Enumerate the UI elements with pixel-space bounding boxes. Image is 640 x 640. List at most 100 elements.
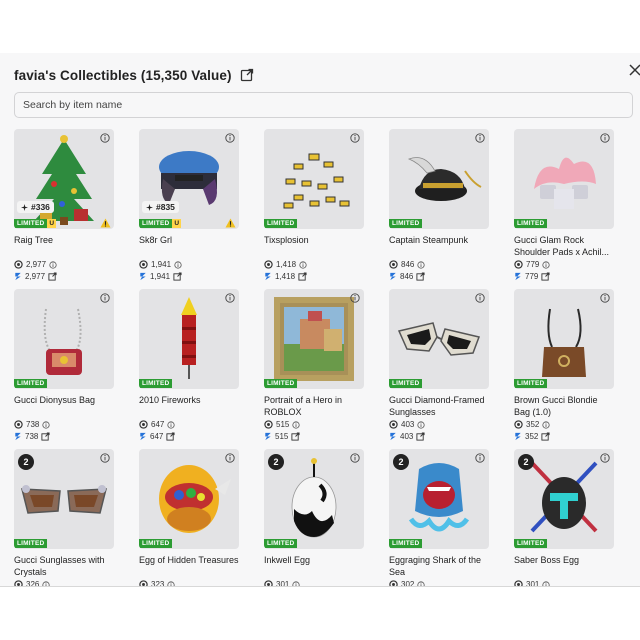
rank-badge: 2 (518, 454, 534, 470)
info-icon[interactable] (225, 133, 235, 143)
external-link-icon[interactable] (416, 272, 425, 281)
collectible-card[interactable]: LIMITED Brown Gucci Blondie Bag (1.0) 352 3… (514, 289, 614, 449)
item-name[interactable]: Tixsplosion (264, 234, 364, 258)
info-icon[interactable] (600, 293, 610, 303)
external-link-icon[interactable] (416, 432, 425, 441)
item-thumbnail[interactable]: #336 LIMITED U (14, 129, 114, 229)
robux-icon (389, 580, 398, 586)
external-link-icon[interactable] (41, 432, 50, 441)
info-icon[interactable] (600, 453, 610, 463)
external-link-icon[interactable] (240, 68, 254, 82)
info-icon[interactable] (100, 453, 110, 463)
info-icon[interactable] (49, 260, 57, 269)
info-icon[interactable] (350, 453, 360, 463)
external-link-icon[interactable] (173, 272, 182, 281)
item-thumbnail[interactable]: 2 LIMITED (14, 449, 114, 549)
collectible-card[interactable]: LIMITED Egg of Hidden Treasures 323 (139, 449, 239, 588)
collectible-card[interactable]: #336 LIMITED U Raig Tree 2,977 2,977 (14, 129, 114, 289)
item-thumbnail[interactable]: #835 LIMITED U (139, 129, 239, 229)
item-name[interactable]: Gucci Sunglasses with Crystals (14, 554, 114, 578)
collectible-card[interactable]: LIMITED 2010 Fireworks 647 647 (139, 289, 239, 449)
external-link-icon[interactable] (298, 272, 307, 281)
info-icon[interactable] (174, 260, 182, 269)
item-name[interactable]: Brown Gucci Blondie Bag (1.0) (514, 394, 614, 418)
collectible-card[interactable]: 2 LIMITED Gucci Sunglasses with Crystals 32… (14, 449, 114, 588)
info-icon[interactable] (225, 453, 235, 463)
info-icon[interactable] (292, 420, 300, 429)
info-icon[interactable] (225, 293, 235, 303)
robux-icon (139, 420, 148, 429)
collectible-card[interactable]: LIMITED Tixsplosion 1,418 1,418 (264, 129, 364, 289)
info-icon[interactable] (299, 260, 307, 269)
item-thumbnail[interactable]: LIMITED (264, 289, 364, 389)
info-icon[interactable] (417, 420, 425, 429)
item-name[interactable]: Egg of Hidden Treasures (139, 554, 239, 578)
external-link-icon[interactable] (541, 432, 550, 441)
info-icon[interactable] (292, 580, 300, 588)
item-name[interactable]: 2010 Fireworks (139, 394, 239, 418)
info-icon[interactable] (417, 260, 425, 269)
info-icon[interactable] (475, 453, 485, 463)
collectible-card[interactable]: LIMITED Portrait of a Hero in ROBLOX 515 51… (264, 289, 364, 449)
collectible-card[interactable]: LIMITED Gucci Dionysus Bag 738 738 (14, 289, 114, 449)
info-icon[interactable] (542, 260, 550, 269)
info-icon[interactable] (417, 580, 425, 588)
item-thumbnail[interactable]: 2 LIMITED (389, 449, 489, 549)
item-thumbnail[interactable]: LIMITED (514, 289, 614, 389)
item-thumbnail[interactable]: 2 LIMITED (514, 449, 614, 549)
item-name[interactable]: Eggraging Shark of the Sea (389, 554, 489, 578)
item-thumbnail[interactable]: LIMITED (389, 289, 489, 389)
collectible-card[interactable]: LIMITED Captain Steampunk 846 846 (389, 129, 489, 289)
rank-badge: 2 (393, 454, 409, 470)
item-name[interactable]: Gucci Glam Rock Shoulder Pads x Achil... (514, 234, 614, 258)
info-icon[interactable] (600, 133, 610, 143)
item-thumbnail[interactable]: LIMITED (389, 129, 489, 229)
limited-label: LIMITED (389, 379, 423, 388)
external-link-icon[interactable] (166, 432, 175, 441)
info-icon[interactable] (475, 133, 485, 143)
close-icon[interactable] (628, 62, 640, 76)
search-input[interactable] (14, 92, 633, 118)
item-name[interactable]: Captain Steampunk (389, 234, 489, 258)
item-name[interactable]: Sk8r Grl (139, 234, 239, 258)
item-name[interactable]: Saber Boss Egg (514, 554, 614, 578)
limited-label: LIMITED (14, 379, 48, 388)
info-icon[interactable] (542, 580, 550, 588)
limited-label: LIMITED (264, 539, 298, 548)
info-icon[interactable] (350, 293, 360, 303)
external-link-icon[interactable] (291, 432, 300, 441)
item-thumbnail[interactable]: 2 LIMITED (264, 449, 364, 549)
unique-label: U (47, 219, 57, 228)
collectible-card[interactable]: 2 LIMITED Inkwell Egg 301 (264, 449, 364, 588)
info-icon[interactable] (42, 580, 50, 588)
collectible-card[interactable]: LIMITED Gucci Glam Rock Shoulder Pads x A… (514, 129, 614, 289)
item-thumbnail[interactable]: LIMITED (264, 129, 364, 229)
item-name[interactable]: Raig Tree (14, 234, 114, 258)
item-thumbnail[interactable]: LIMITED (14, 289, 114, 389)
item-thumbnail[interactable]: LIMITED (139, 449, 239, 549)
serial-number: #835 (156, 202, 175, 212)
item-name[interactable]: Inkwell Egg (264, 554, 364, 578)
item-name[interactable]: Gucci Diamond-Framed Sunglasses (389, 394, 489, 418)
value-bolt-icon (15, 432, 21, 441)
limited-badge: LIMITED (389, 379, 423, 388)
info-icon[interactable] (542, 420, 550, 429)
info-icon[interactable] (100, 133, 110, 143)
item-thumbnail[interactable]: LIMITED (514, 129, 614, 229)
info-icon[interactable] (167, 420, 175, 429)
external-link-icon[interactable] (48, 272, 57, 281)
collectible-card[interactable]: LIMITED Gucci Diamond-Framed Sunglasses 40… (389, 289, 489, 449)
collectible-card[interactable]: #835 LIMITED U Sk8r Grl 1,941 1,941 (139, 129, 239, 289)
value-row: 1,941 (139, 271, 239, 282)
info-icon[interactable] (350, 133, 360, 143)
info-icon[interactable] (167, 580, 175, 588)
info-icon[interactable] (475, 293, 485, 303)
info-icon[interactable] (100, 293, 110, 303)
item-name[interactable]: Gucci Dionysus Bag (14, 394, 114, 418)
external-link-icon[interactable] (541, 272, 550, 281)
collectible-card[interactable]: 2 LIMITED Eggraging Shark of the Sea 302 (389, 449, 489, 588)
collectible-card[interactable]: 2 LIMITED Saber Boss Egg 301 (514, 449, 614, 588)
info-icon[interactable] (42, 420, 50, 429)
item-name[interactable]: Portrait of a Hero in ROBLOX (264, 394, 364, 418)
item-thumbnail[interactable]: LIMITED (139, 289, 239, 389)
